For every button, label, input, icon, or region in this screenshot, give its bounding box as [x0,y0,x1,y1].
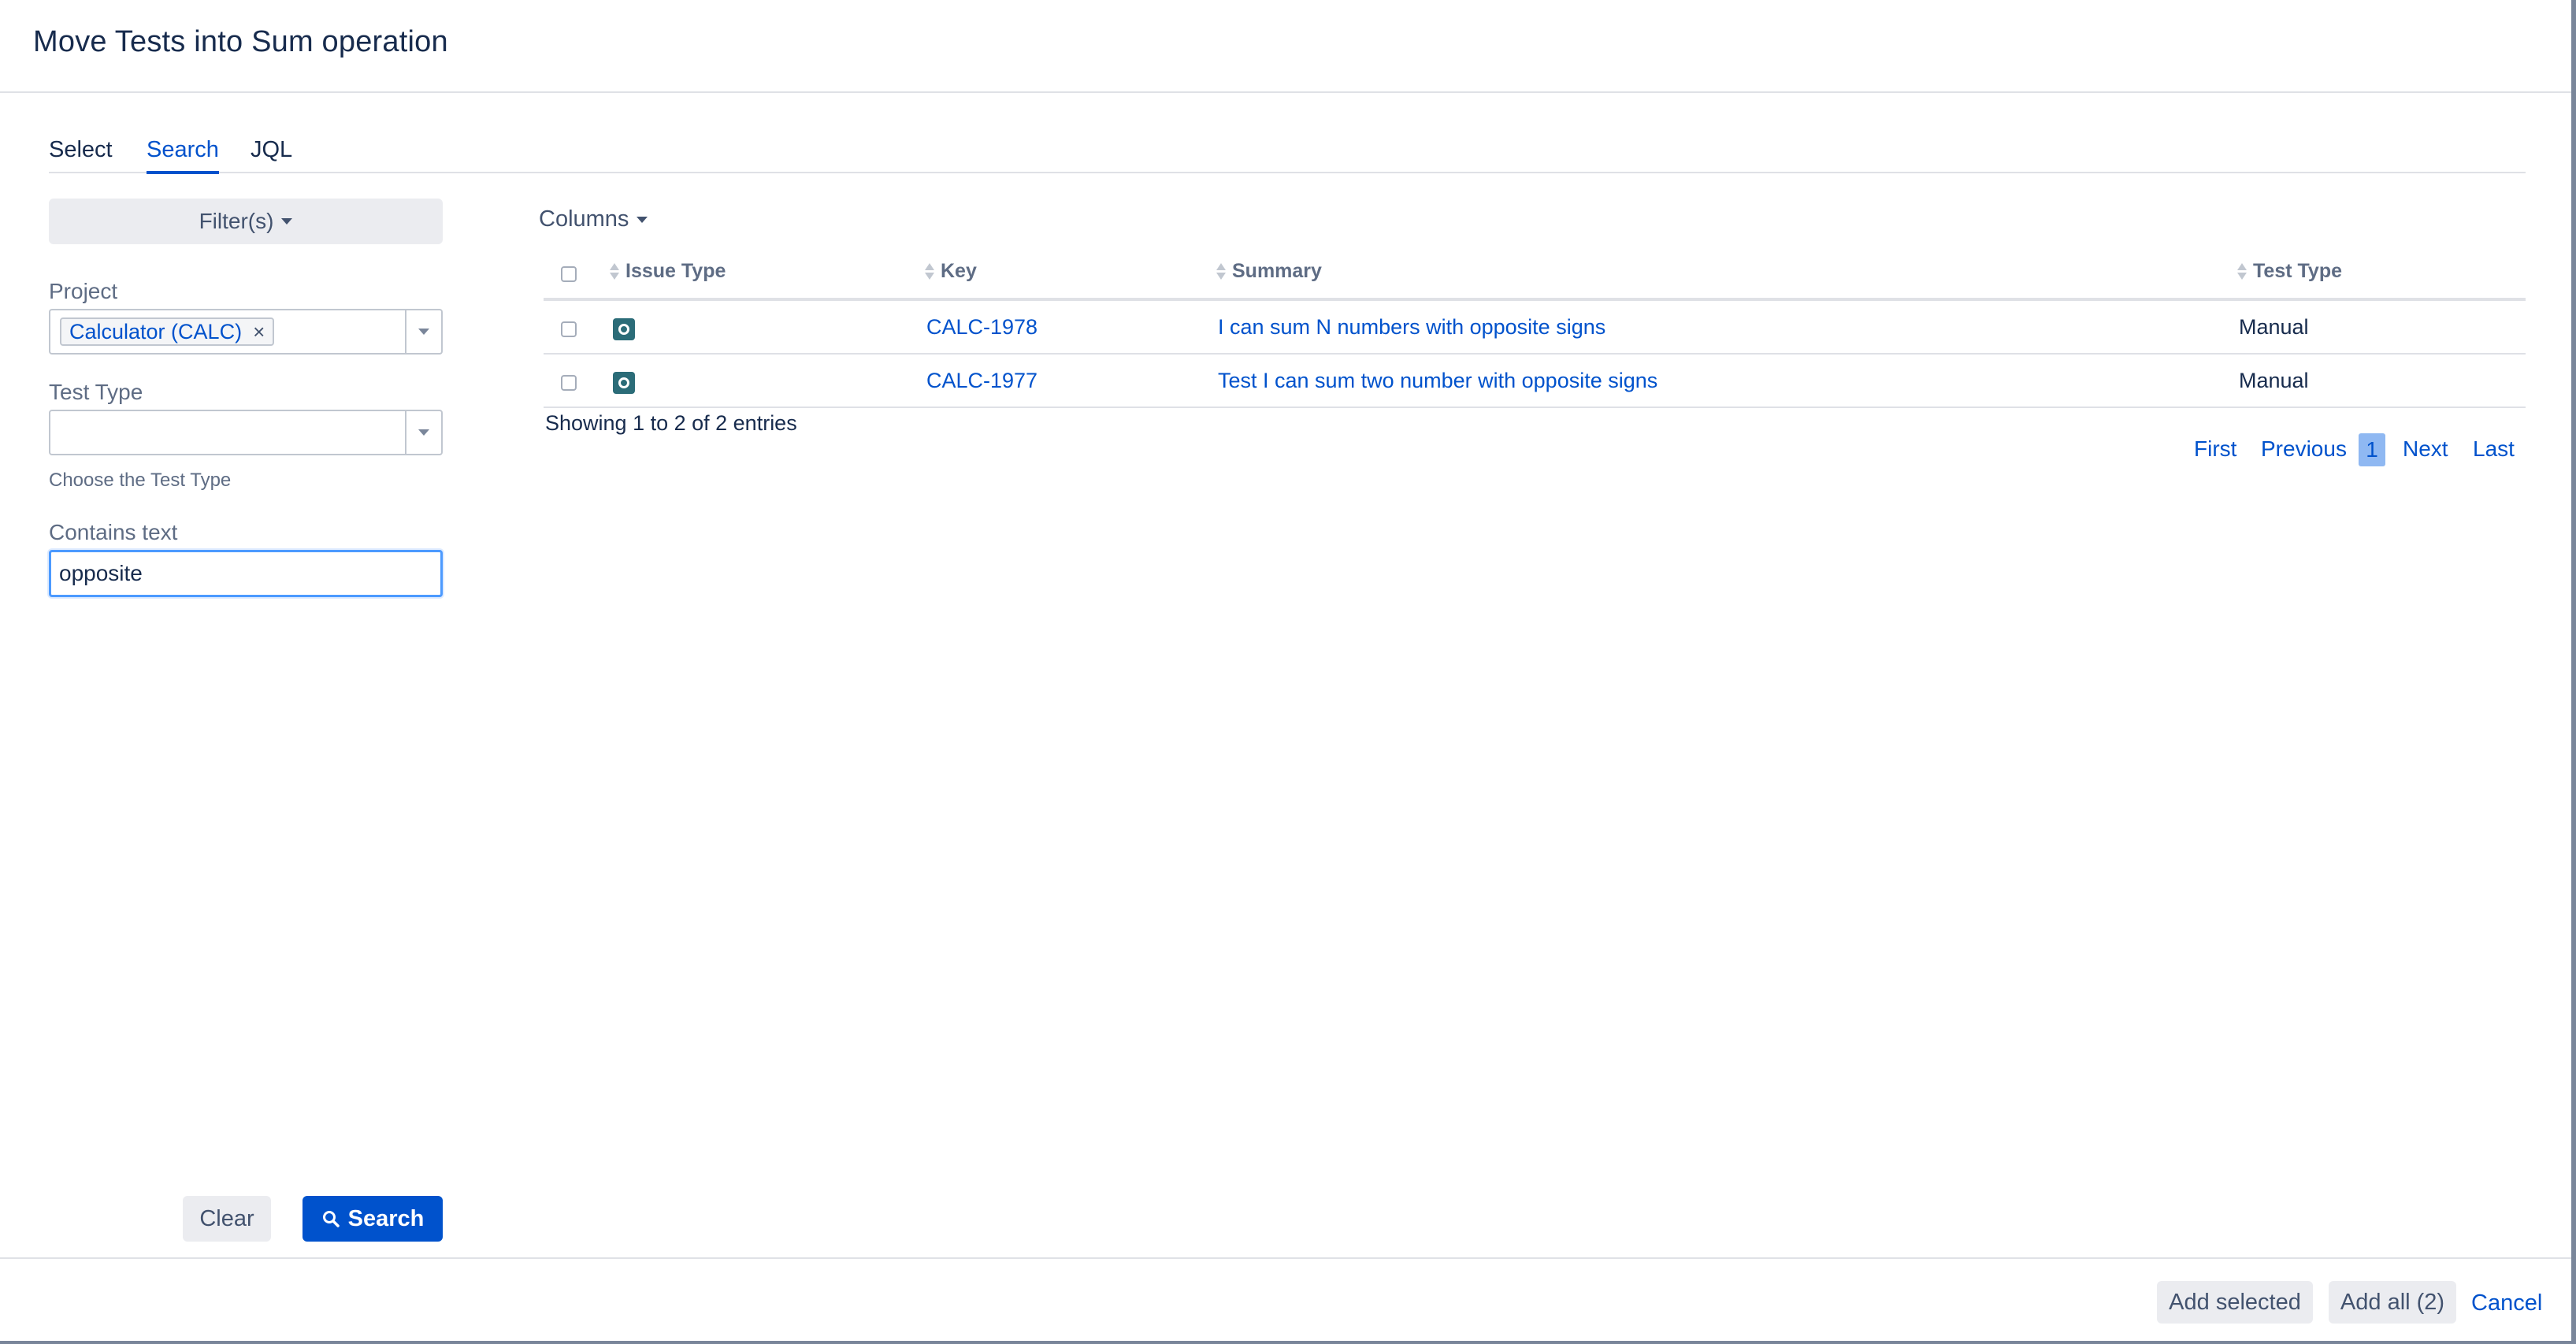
issue-summary-link[interactable]: Test I can sum two number with opposite … [1218,369,1657,393]
tab-select[interactable]: Select [49,137,113,171]
issue-summary-link[interactable]: I can sum N numbers with opposite signs [1218,315,1605,340]
column-header-label: Summary [1232,260,1322,282]
add-all-button[interactable]: Add all (2) [2329,1281,2456,1324]
search-button[interactable]: Search [303,1196,443,1242]
column-header-test-type[interactable]: Test Type [2237,260,2342,283]
tab-bar: Select Search JQL [49,129,2526,174]
filters-button-label: Filter(s) [199,209,274,233]
table-row: CALC-1978 I can sum N numbers with oppos… [544,301,2526,355]
project-chip-label: Calculator (CALC) [69,319,243,343]
tab-search[interactable]: Search [147,137,219,174]
columns-dropdown-button[interactable]: Columns [539,206,648,232]
test-issue-icon [613,372,635,394]
remove-chip-icon[interactable]: × [253,320,265,344]
test-type-cell: Manual [2239,315,2309,339]
entries-count-text: Showing 1 to 2 of 2 entries [545,411,797,435]
pagination-last[interactable]: Last [2473,436,2515,462]
dialog-footer: Add selected Add all (2) Cancel [0,1257,2571,1341]
caret-down-icon [281,218,293,225]
dialog-title: Move Tests into Sum operation [33,25,448,58]
row-checkbox[interactable] [561,375,577,391]
issue-key-link[interactable]: CALC-1977 [926,369,1037,393]
chevron-down-icon [418,429,429,436]
project-label: Project [49,279,118,303]
add-selected-button[interactable]: Add selected [2157,1281,2313,1324]
column-header-label: Issue Type [625,260,726,282]
sort-icon [610,263,619,280]
clear-button[interactable]: Clear [183,1196,271,1242]
sort-icon [1216,263,1226,280]
test-type-cell: Manual [2239,369,2309,392]
column-header-key[interactable]: Key [925,260,977,283]
filters-dropdown-button[interactable]: Filter(s) [49,199,443,244]
row-checkbox[interactable] [561,321,577,337]
project-chip: Calculator (CALC) × [60,317,275,346]
search-button-label: Search [347,1205,425,1231]
dialog-header: Move Tests into Sum operation [0,0,2571,93]
columns-button-label: Columns [539,206,629,232]
table-header: Issue Type Key Summary Test Type [544,247,2526,301]
test-type-dropdown-toggle[interactable] [405,411,441,454]
test-issue-icon [613,318,635,340]
pagination-current-page[interactable]: 1 [2359,433,2385,466]
sort-icon [925,263,934,280]
test-type-select[interactable] [49,410,443,455]
pagination-first[interactable]: First [2194,436,2236,462]
select-all-checkbox[interactable] [561,266,577,282]
project-select[interactable]: Calculator (CALC) × [49,309,443,355]
contains-text-input[interactable] [49,550,443,597]
project-dropdown-toggle[interactable] [405,310,441,353]
pagination-previous[interactable]: Previous [2261,436,2347,462]
column-header-summary[interactable]: Summary [1216,260,1322,283]
contains-text-label: Contains text [49,520,178,544]
pagination-next[interactable]: Next [2403,436,2448,462]
column-header-label: Key [941,260,977,282]
sort-icon [2237,263,2247,280]
table-row: CALC-1977 Test I can sum two number with… [544,355,2526,408]
results-table: Issue Type Key Summary Test Type CALC-19… [544,247,2526,408]
tab-jql[interactable]: JQL [251,137,292,171]
column-header-issue-type[interactable]: Issue Type [610,260,726,283]
caret-down-icon [637,216,648,223]
issue-key-link[interactable]: CALC-1978 [926,315,1037,340]
column-header-label: Test Type [2253,260,2342,282]
test-type-help-text: Choose the Test Type [49,470,232,491]
search-icon [322,1211,340,1227]
cancel-link[interactable]: Cancel [2471,1290,2542,1316]
test-type-label: Test Type [49,380,143,404]
chevron-down-icon [418,329,429,335]
move-tests-dialog: Move Tests into Sum operation Select Sea… [0,0,2576,1344]
